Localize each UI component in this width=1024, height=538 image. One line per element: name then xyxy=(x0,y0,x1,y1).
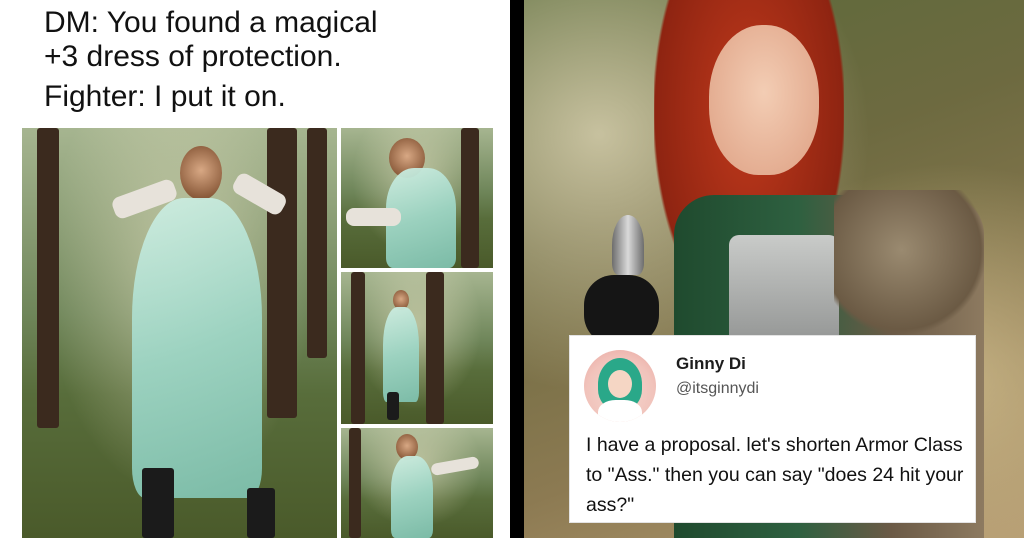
thumbnail-photo-3 xyxy=(341,428,493,538)
tweet-author-handle: @itsginnydi xyxy=(676,380,759,397)
panel-divider xyxy=(510,0,524,538)
tweet-text: I have a proposal. let's shorten Armor C… xyxy=(586,434,964,516)
meme-right-panel: Ginny Di @itsginnydi I have a proposal. … xyxy=(524,0,1024,538)
tweet-avatar xyxy=(584,350,656,422)
thumbnail-photo-2 xyxy=(341,272,493,424)
meme-caption-line-2: +3 dress of protection. xyxy=(44,40,342,73)
main-cosplay-photo xyxy=(22,128,337,538)
meme-caption-line-3: Fighter: I put it on. xyxy=(44,80,286,113)
tweet-card: Ginny Di @itsginnydi I have a proposal. … xyxy=(569,335,976,523)
meme-left-panel: DM: You found a magical +3 dress of prot… xyxy=(0,0,510,538)
tweet-author-name: Ginny Di xyxy=(676,354,746,373)
meme-caption-line-1: DM: You found a magical xyxy=(44,6,378,39)
thumbnail-photo-1 xyxy=(341,128,493,268)
